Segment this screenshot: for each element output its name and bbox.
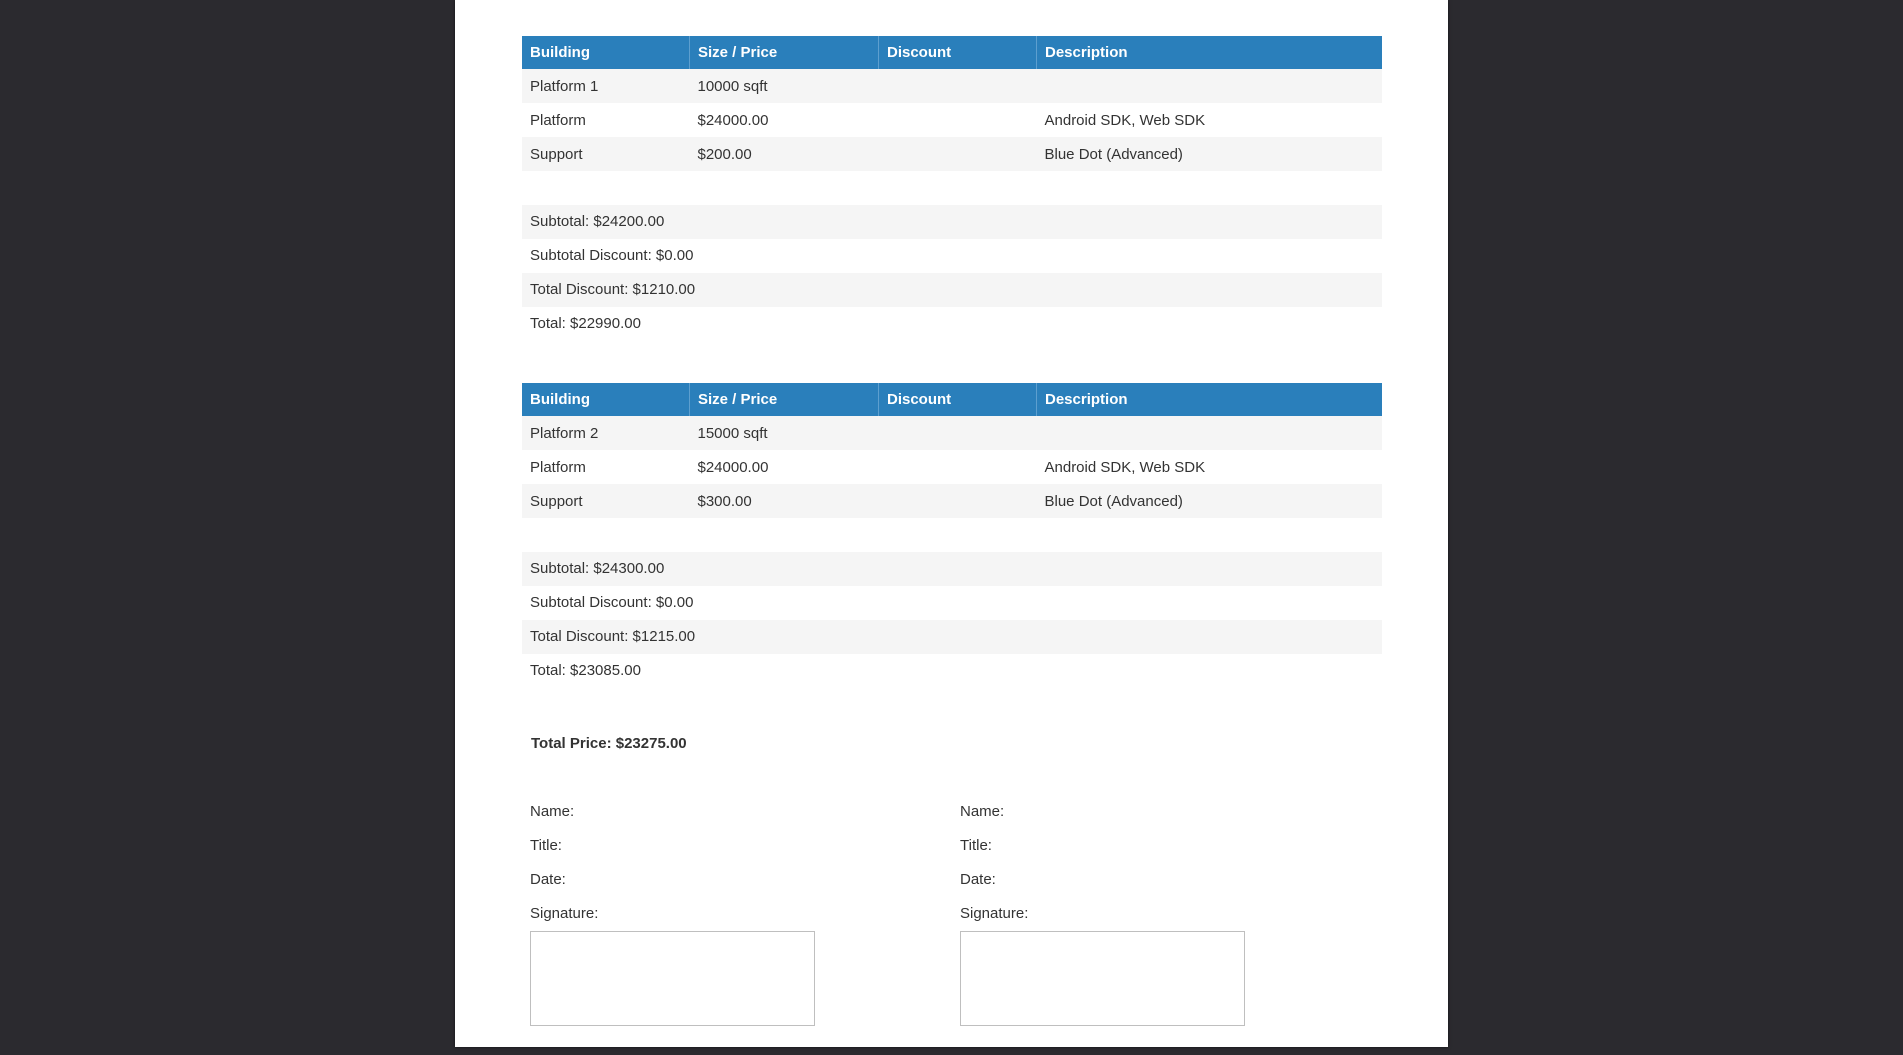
date-label: Date: bbox=[530, 871, 566, 888]
cell-size-price: 10000 sqft bbox=[689, 69, 879, 103]
subtotal-discount: Subtotal Discount: $0.00 bbox=[522, 239, 1382, 273]
name-label: Name: bbox=[530, 803, 575, 820]
header-size-price: Size / Price bbox=[689, 383, 879, 416]
total-price: Total Price: $23275.00 bbox=[531, 735, 687, 752]
cell-description bbox=[1036, 416, 1382, 450]
cell-description: Android SDK, Web SDK bbox=[1036, 103, 1382, 137]
cell-discount bbox=[878, 450, 1037, 484]
subtotal-discount: Subtotal Discount: $0.00 bbox=[522, 586, 1382, 620]
cell-building: Support bbox=[522, 484, 690, 518]
cell-building: Platform bbox=[522, 103, 690, 137]
signature-box[interactable] bbox=[960, 931, 1245, 1026]
cell-discount bbox=[878, 484, 1037, 518]
cell-size-price: $24000.00 bbox=[689, 103, 879, 137]
cell-building: Platform 2 bbox=[522, 416, 690, 450]
header-building: Building bbox=[522, 36, 690, 69]
cell-building: Platform bbox=[522, 450, 690, 484]
summary-block-1: Subtotal: $24200.00 Subtotal Discount: $… bbox=[522, 205, 1382, 341]
cell-building: Platform 1 bbox=[522, 69, 690, 103]
signature-box[interactable] bbox=[530, 931, 815, 1026]
cell-size-price: $200.00 bbox=[689, 137, 879, 171]
title-label: Title: bbox=[530, 837, 562, 854]
header-discount: Discount bbox=[878, 36, 1037, 69]
cell-discount bbox=[878, 103, 1037, 137]
signature-section: Name: Title: Date: Signature: Name: Titl… bbox=[522, 795, 1382, 1055]
pricing-table-2: Building Size / Price Discount Descripti… bbox=[522, 383, 1382, 518]
summary-block-2: Subtotal: $24300.00 Subtotal Discount: $… bbox=[522, 552, 1382, 688]
total-discount: Total Discount: $1210.00 bbox=[522, 273, 1382, 307]
signature-block-left: Name: Title: Date: Signature: bbox=[530, 795, 830, 1026]
subtotal: Subtotal: $24200.00 bbox=[522, 205, 1382, 239]
signature-label: Signature: bbox=[960, 905, 1029, 922]
document-page[interactable]: Building Size / Price Discount Descripti… bbox=[455, 0, 1448, 1047]
cell-description: Blue Dot (Advanced) bbox=[1036, 137, 1382, 171]
cell-description: Android SDK, Web SDK bbox=[1036, 450, 1382, 484]
header-description: Description bbox=[1036, 383, 1382, 416]
table-row: Platform 2 15000 sqft bbox=[522, 416, 1382, 450]
subtotal: Subtotal: $24300.00 bbox=[522, 552, 1382, 586]
table-row: Support $300.00 Blue Dot (Advanced) bbox=[522, 484, 1382, 518]
table-header-row: Building Size / Price Discount Descripti… bbox=[522, 36, 1382, 69]
table-row: Platform $24000.00 Android SDK, Web SDK bbox=[522, 103, 1382, 137]
header-discount: Discount bbox=[878, 383, 1037, 416]
cell-description: Blue Dot (Advanced) bbox=[1036, 484, 1382, 518]
table-row: Support $200.00 Blue Dot (Advanced) bbox=[522, 137, 1382, 171]
header-building: Building bbox=[522, 383, 690, 416]
table-row: Platform 1 10000 sqft bbox=[522, 69, 1382, 103]
cell-description bbox=[1036, 69, 1382, 103]
date-label: Date: bbox=[960, 871, 996, 888]
name-label: Name: bbox=[960, 803, 1005, 820]
cell-size-price: 15000 sqft bbox=[689, 416, 879, 450]
title-label: Title: bbox=[960, 837, 992, 854]
total: Total: $22990.00 bbox=[522, 307, 1382, 341]
total: Total: $23085.00 bbox=[522, 654, 1382, 688]
signature-block-right: Name: Title: Date: Signature: bbox=[960, 795, 1260, 1026]
cell-building: Support bbox=[522, 137, 690, 171]
cell-discount bbox=[878, 137, 1037, 171]
header-size-price: Size / Price bbox=[689, 36, 879, 69]
cell-discount bbox=[878, 69, 1037, 103]
cell-discount bbox=[878, 416, 1037, 450]
header-description: Description bbox=[1036, 36, 1382, 69]
table-row: Platform $24000.00 Android SDK, Web SDK bbox=[522, 450, 1382, 484]
pricing-table-1: Building Size / Price Discount Descripti… bbox=[522, 36, 1382, 171]
cell-size-price: $24000.00 bbox=[689, 450, 879, 484]
table-header-row: Building Size / Price Discount Descripti… bbox=[522, 383, 1382, 416]
total-discount: Total Discount: $1215.00 bbox=[522, 620, 1382, 654]
quote-content: Building Size / Price Discount Descripti… bbox=[522, 36, 1382, 1055]
cell-size-price: $300.00 bbox=[689, 484, 879, 518]
signature-label: Signature: bbox=[530, 905, 599, 922]
